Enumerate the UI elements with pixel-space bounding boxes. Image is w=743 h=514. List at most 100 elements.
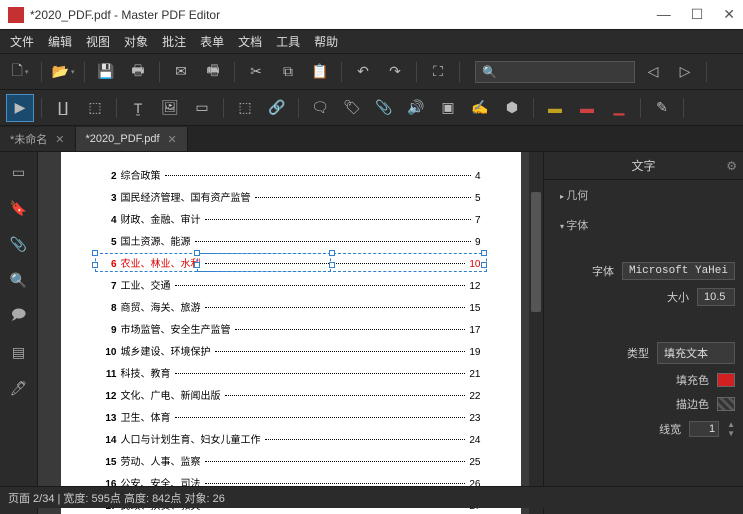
menu-文档[interactable]: 文档 bbox=[238, 33, 262, 50]
bookmarks-button[interactable]: 🔖 bbox=[5, 194, 33, 222]
form-tool[interactable]: ▭ bbox=[188, 94, 216, 122]
copy-button[interactable]: ⧉ bbox=[274, 58, 302, 86]
document-tab[interactable]: *未命名✕ bbox=[0, 127, 76, 151]
toc-row[interactable]: 2综合政策4 bbox=[101, 167, 481, 182]
link-tool[interactable]: 🔗 bbox=[263, 94, 291, 122]
document-tabs: *未命名✕*2020_PDF.pdf✕ bbox=[0, 126, 743, 152]
menu-文件[interactable]: 文件 bbox=[10, 33, 34, 50]
menu-帮助[interactable]: 帮助 bbox=[314, 33, 338, 50]
menu-批注[interactable]: 批注 bbox=[162, 33, 186, 50]
scan-button[interactable]: 🖷 bbox=[199, 58, 227, 86]
toc-row[interactable]: 7工业、交通12 bbox=[101, 277, 481, 292]
stepper-icon[interactable]: ▲▼ bbox=[727, 420, 735, 438]
sign-tool[interactable]: ✍ bbox=[466, 94, 494, 122]
sound-tool[interactable]: 🔊 bbox=[402, 94, 430, 122]
tab-close-icon[interactable]: ✕ bbox=[168, 133, 177, 146]
size-input[interactable]: 10.5 bbox=[697, 288, 735, 306]
stroke-color-swatch[interactable] bbox=[717, 397, 735, 411]
redo-button[interactable]: ↷ bbox=[381, 58, 409, 86]
open-button[interactable]: 📂 bbox=[49, 58, 77, 86]
toc-row[interactable]: 15劳动、人事、监察25 bbox=[101, 453, 481, 468]
toc-row[interactable]: 13卫生、体育23 bbox=[101, 409, 481, 424]
document-viewport[interactable]: 2综合政策4 3国民经济管理、国有资产监管5 4财政、金融、审计7 5国土资源、能源9… bbox=[38, 152, 543, 514]
thumbnails-button[interactable]: ▭ bbox=[5, 158, 33, 186]
pencil-tool[interactable]: ✎ bbox=[648, 94, 676, 122]
menu-bar: 文件编辑视图对象批注表单文档工具帮助 bbox=[0, 30, 743, 54]
underline-tool[interactable]: ▁ bbox=[605, 94, 633, 122]
menu-表单[interactable]: 表单 bbox=[200, 33, 224, 50]
select-tool[interactable]: ▶ bbox=[6, 94, 34, 122]
app-logo-icon bbox=[8, 7, 24, 23]
document-tab[interactable]: *2020_PDF.pdf✕ bbox=[76, 127, 188, 151]
edit-toolbar: ▶ ∐ ⬚ Ṯ 🖼 ▭ ⬚ 🔗 🗨 🏷 📎 🔊 ▣ ✍ ⬢ ▬ ▬ ▁ ✎ bbox=[0, 90, 743, 126]
attachments-button[interactable]: 📎 bbox=[5, 230, 33, 258]
font-label: 字体 bbox=[592, 263, 614, 279]
tab-close-icon[interactable]: ✕ bbox=[55, 133, 64, 146]
highlight-tool[interactable]: ▬ bbox=[541, 94, 569, 122]
toc-row[interactable]: 10城乡建设、环境保护19 bbox=[101, 343, 481, 358]
main-toolbar: 🗋 📂 💾 🖶 ✉ 🖷 ✂ ⧉ 📋 ↶ ↷ ⛶ 🔍 ◁ ▷ bbox=[0, 54, 743, 90]
panel-settings-icon[interactable]: ⚙ bbox=[726, 159, 737, 173]
titlebar: *2020_PDF.pdf - Master PDF Editor — ☐ ✕ bbox=[0, 0, 743, 30]
toc-row[interactable]: 11科技、教育21 bbox=[101, 365, 481, 380]
save-button[interactable]: 💾 bbox=[92, 58, 120, 86]
edit-object-tool[interactable]: ⬚ bbox=[81, 94, 109, 122]
toc-row[interactable]: 9市场监管、安全生产监管17 bbox=[101, 321, 481, 336]
panel-title: 文字 bbox=[631, 157, 655, 174]
email-button[interactable]: ✉ bbox=[167, 58, 195, 86]
fill-color-swatch[interactable] bbox=[717, 373, 735, 387]
menu-对象[interactable]: 对象 bbox=[124, 33, 148, 50]
properties-panel: 文字 ⚙ 几何 字体 字体 Microsoft YaHei 大小 10.5 类型… bbox=[543, 152, 743, 514]
linewidth-label: 线宽 bbox=[659, 421, 681, 437]
maximize-button[interactable]: ☐ bbox=[691, 6, 704, 23]
layers-button[interactable]: ▤ bbox=[5, 338, 33, 366]
status-bar: 页面 2/34 | 宽度: 595点 高度: 842点 对象: 26 bbox=[0, 486, 743, 508]
new-doc-button[interactable]: 🗋 bbox=[6, 58, 34, 86]
font-section[interactable]: 字体 bbox=[550, 210, 743, 240]
close-button[interactable]: ✕ bbox=[723, 6, 735, 23]
search-panel-button[interactable]: 🔍 bbox=[5, 266, 33, 294]
toc-row[interactable]: 3国民经济管理、国有资产监管5 bbox=[101, 189, 481, 204]
note-tool[interactable]: 🗨 bbox=[306, 94, 334, 122]
toc-row[interactable]: 5国土资源、能源9 bbox=[101, 233, 481, 248]
stroke-label: 描边色 bbox=[676, 396, 709, 412]
font-select[interactable]: Microsoft YaHei bbox=[622, 262, 735, 280]
crop-tool[interactable]: ⬚ bbox=[231, 94, 259, 122]
window-controls: — ☐ ✕ bbox=[657, 6, 735, 23]
toc-row[interactable]: 8商贸、海关、旅游15 bbox=[101, 299, 481, 314]
menu-编辑[interactable]: 编辑 bbox=[48, 33, 72, 50]
fill-label: 填充色 bbox=[676, 372, 709, 388]
search-next-button[interactable]: ▷ bbox=[671, 58, 699, 86]
image-tool[interactable]: 🖼 bbox=[156, 94, 184, 122]
cut-button[interactable]: ✂ bbox=[242, 58, 270, 86]
search-input[interactable]: 🔍 bbox=[475, 61, 635, 83]
stamp-tool[interactable]: 🏷 bbox=[338, 94, 366, 122]
signatures-button[interactable]: 🖊 bbox=[5, 374, 33, 402]
status-text: 页面 2/34 | 宽度: 595点 高度: 842点 对象: 26 bbox=[8, 490, 225, 506]
initials-tool[interactable]: ⬢ bbox=[498, 94, 526, 122]
text-tool[interactable]: Ṯ bbox=[124, 94, 152, 122]
comments-button[interactable]: 🗩 bbox=[5, 302, 33, 330]
type-select[interactable]: 填充文本 bbox=[657, 342, 735, 364]
menu-视图[interactable]: 视图 bbox=[86, 33, 110, 50]
print-button[interactable]: 🖶 bbox=[124, 58, 152, 86]
minimize-button[interactable]: — bbox=[657, 6, 671, 23]
fit-button[interactable]: ⛶ bbox=[424, 58, 452, 86]
toc-row[interactable]: 4财政、金融、审计7 bbox=[101, 211, 481, 226]
toc-row[interactable]: 14人口与计划生育、妇女儿童工作24 bbox=[101, 431, 481, 446]
paste-button[interactable]: 📋 bbox=[306, 58, 334, 86]
vertical-scrollbar[interactable] bbox=[529, 152, 543, 514]
search-prev-button[interactable]: ◁ bbox=[639, 58, 667, 86]
window-title: *2020_PDF.pdf - Master PDF Editor bbox=[30, 8, 657, 22]
attach-tool[interactable]: 📎 bbox=[370, 94, 398, 122]
edit-text-tool[interactable]: ∐ bbox=[49, 94, 77, 122]
video-tool[interactable]: ▣ bbox=[434, 94, 462, 122]
strikeout-tool[interactable]: ▬ bbox=[573, 94, 601, 122]
menu-工具[interactable]: 工具 bbox=[276, 33, 300, 50]
linewidth-input[interactable]: 1 bbox=[689, 421, 719, 437]
geometry-section[interactable]: 几何 bbox=[550, 180, 743, 210]
pdf-page[interactable]: 2综合政策4 3国民经济管理、国有资产监管5 4财政、金融、审计7 5国土资源、能源9… bbox=[61, 152, 521, 514]
toc-row[interactable]: 6农业、林业、水利10 bbox=[101, 255, 481, 270]
undo-button[interactable]: ↶ bbox=[349, 58, 377, 86]
toc-row[interactable]: 12文化、广电、新闻出版22 bbox=[101, 387, 481, 402]
